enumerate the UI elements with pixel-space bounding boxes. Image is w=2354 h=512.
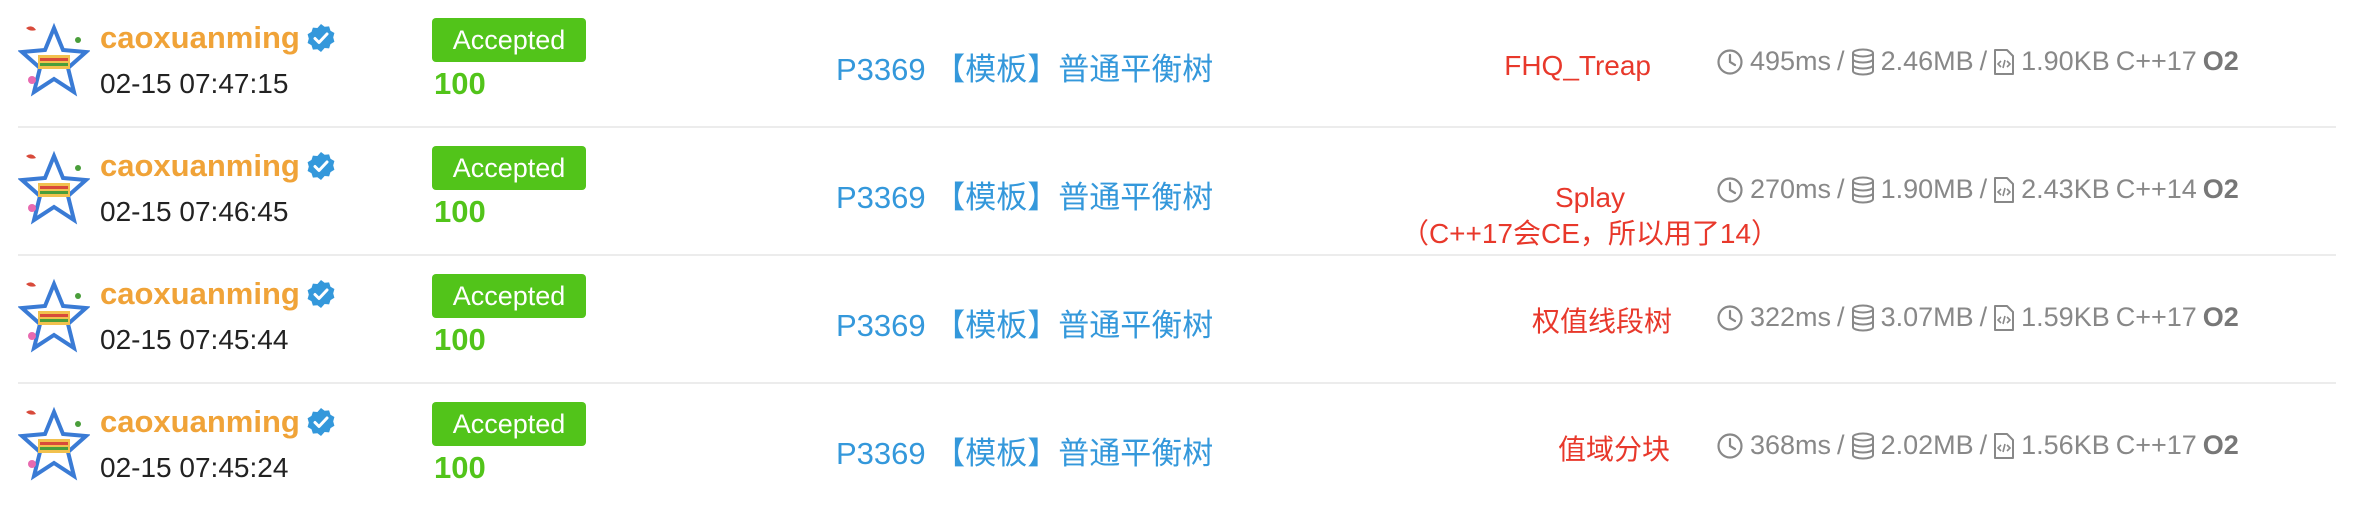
- o2-flag: O2: [2202, 46, 2239, 76]
- username-text[interactable]: caoxuanming: [100, 276, 300, 312]
- submission-time: 02-15 07:47:15: [100, 68, 289, 99]
- memory: 3.07MB: [1880, 302, 1974, 332]
- code-size: 1.56KB: [2021, 430, 2110, 460]
- username-link[interactable]: caoxuanming: [100, 404, 336, 440]
- code-file-icon: [1994, 432, 2015, 459]
- username-link[interactable]: caoxuanming: [100, 148, 336, 184]
- separator: /: [1837, 46, 1845, 76]
- o2-flag: O2: [2202, 430, 2239, 460]
- code-file-icon: [1994, 176, 2015, 203]
- username-text[interactable]: caoxuanming: [100, 20, 300, 56]
- database-icon: [1851, 304, 1874, 332]
- submission-time: 02-15 07:46:45: [100, 196, 289, 227]
- separator: /: [1837, 430, 1845, 460]
- score: 100: [434, 450, 486, 485]
- submission-stats: 322ms / 3.07MB / 1.59KB C++17 O2: [1716, 302, 2239, 333]
- avatar[interactable]: [18, 406, 90, 484]
- username-link[interactable]: caoxuanming: [100, 20, 336, 56]
- database-icon: [1851, 176, 1874, 204]
- avatar[interactable]: [18, 150, 90, 228]
- submission-list: caoxuanming 02-15 07:47:15 Accepted 100 …: [0, 0, 2354, 510]
- code-size: 1.59KB: [2021, 302, 2110, 332]
- problem-link[interactable]: P3369 【模板】普通平衡树: [836, 428, 1213, 473]
- verified-badge-icon: [307, 280, 335, 308]
- verified-badge-icon: [307, 152, 335, 180]
- submission-time: 02-15 07:45:44: [100, 324, 289, 355]
- verified-badge-icon: [307, 24, 335, 52]
- username-link[interactable]: caoxuanming: [100, 276, 336, 312]
- runtime: 368ms: [1750, 430, 1832, 460]
- runtime: 322ms: [1750, 302, 1832, 332]
- avatar[interactable]: [18, 278, 90, 356]
- clock-icon: [1717, 432, 1743, 459]
- code-size: 1.90KB: [2021, 46, 2110, 76]
- score: 100: [434, 322, 486, 357]
- problem-link[interactable]: P3369 【模板】普通平衡树: [836, 300, 1213, 345]
- language: C++17: [2115, 46, 2197, 76]
- runtime: 495ms: [1750, 46, 1832, 76]
- status-badge[interactable]: Accepted: [432, 402, 586, 446]
- o2-flag: O2: [2202, 174, 2239, 204]
- status-badge[interactable]: Accepted: [432, 274, 586, 318]
- submission-time: 02-15 07:45:24: [100, 452, 289, 483]
- database-icon: [1851, 48, 1874, 76]
- problem-link[interactable]: P3369 【模板】普通平衡树: [836, 172, 1213, 217]
- submission-row: caoxuanming 02-15 07:47:15 Accepted 100 …: [0, 0, 2354, 128]
- annotation-note: 权值线段树: [1532, 304, 1672, 340]
- verified-badge-icon: [307, 408, 335, 436]
- separator: /: [1837, 302, 1845, 332]
- o2-flag: O2: [2202, 302, 2239, 332]
- problem-link[interactable]: P3369 【模板】普通平衡树: [836, 44, 1213, 89]
- code-file-icon: [1994, 48, 2015, 75]
- runtime: 270ms: [1750, 174, 1832, 204]
- memory: 2.46MB: [1880, 46, 1974, 76]
- avatar[interactable]: [18, 22, 90, 100]
- annotation-note: 值域分块: [1558, 432, 1670, 468]
- language: C++14: [2115, 174, 2197, 204]
- code-file-icon: [1994, 304, 2015, 331]
- separator: /: [1979, 46, 1988, 76]
- annotation-line: 值域分块: [1557, 434, 1670, 465]
- separator: /: [1979, 302, 1988, 332]
- clock-icon: [1717, 304, 1743, 331]
- language: C++17: [2115, 302, 2197, 332]
- annotation-line-2: （C++17会CE，所以用了14）: [1400, 218, 1780, 249]
- submission-row: caoxuanming 02-15 07:45:24 Accepted 100 …: [0, 384, 2354, 512]
- database-icon: [1851, 432, 1874, 460]
- separator: /: [1979, 430, 1988, 460]
- separator: /: [1837, 174, 1845, 204]
- clock-icon: [1717, 48, 1743, 75]
- submission-stats: 495ms / 2.46MB / 1.90KB C++17 O2: [1716, 46, 2239, 77]
- annotation-line: 权值线段树: [1531, 306, 1672, 337]
- status-badge[interactable]: Accepted: [432, 18, 586, 62]
- submission-row: caoxuanming 02-15 07:46:45 Accepted 100 …: [0, 128, 2354, 256]
- username-text[interactable]: caoxuanming: [100, 148, 300, 184]
- code-size: 2.43KB: [2021, 174, 2110, 204]
- score: 100: [434, 194, 486, 229]
- language: C++17: [2115, 430, 2197, 460]
- submission-row: caoxuanming 02-15 07:45:44 Accepted 100 …: [0, 256, 2354, 384]
- status-badge[interactable]: Accepted: [432, 146, 586, 190]
- submission-stats: 368ms / 2.02MB / 1.56KB C++17 O2: [1716, 430, 2239, 461]
- memory: 2.02MB: [1880, 430, 1974, 460]
- username-text[interactable]: caoxuanming: [100, 404, 300, 440]
- memory: 1.90MB: [1880, 174, 1974, 204]
- clock-icon: [1717, 176, 1743, 203]
- annotation-note: FHQ_Treap: [1504, 48, 1651, 84]
- separator: /: [1979, 174, 1988, 204]
- annotation-line: FHQ_Treap: [1504, 50, 1651, 81]
- score: 100: [434, 66, 486, 101]
- submission-stats: 270ms / 1.90MB / 2.43KB C++14 O2: [1716, 174, 2239, 205]
